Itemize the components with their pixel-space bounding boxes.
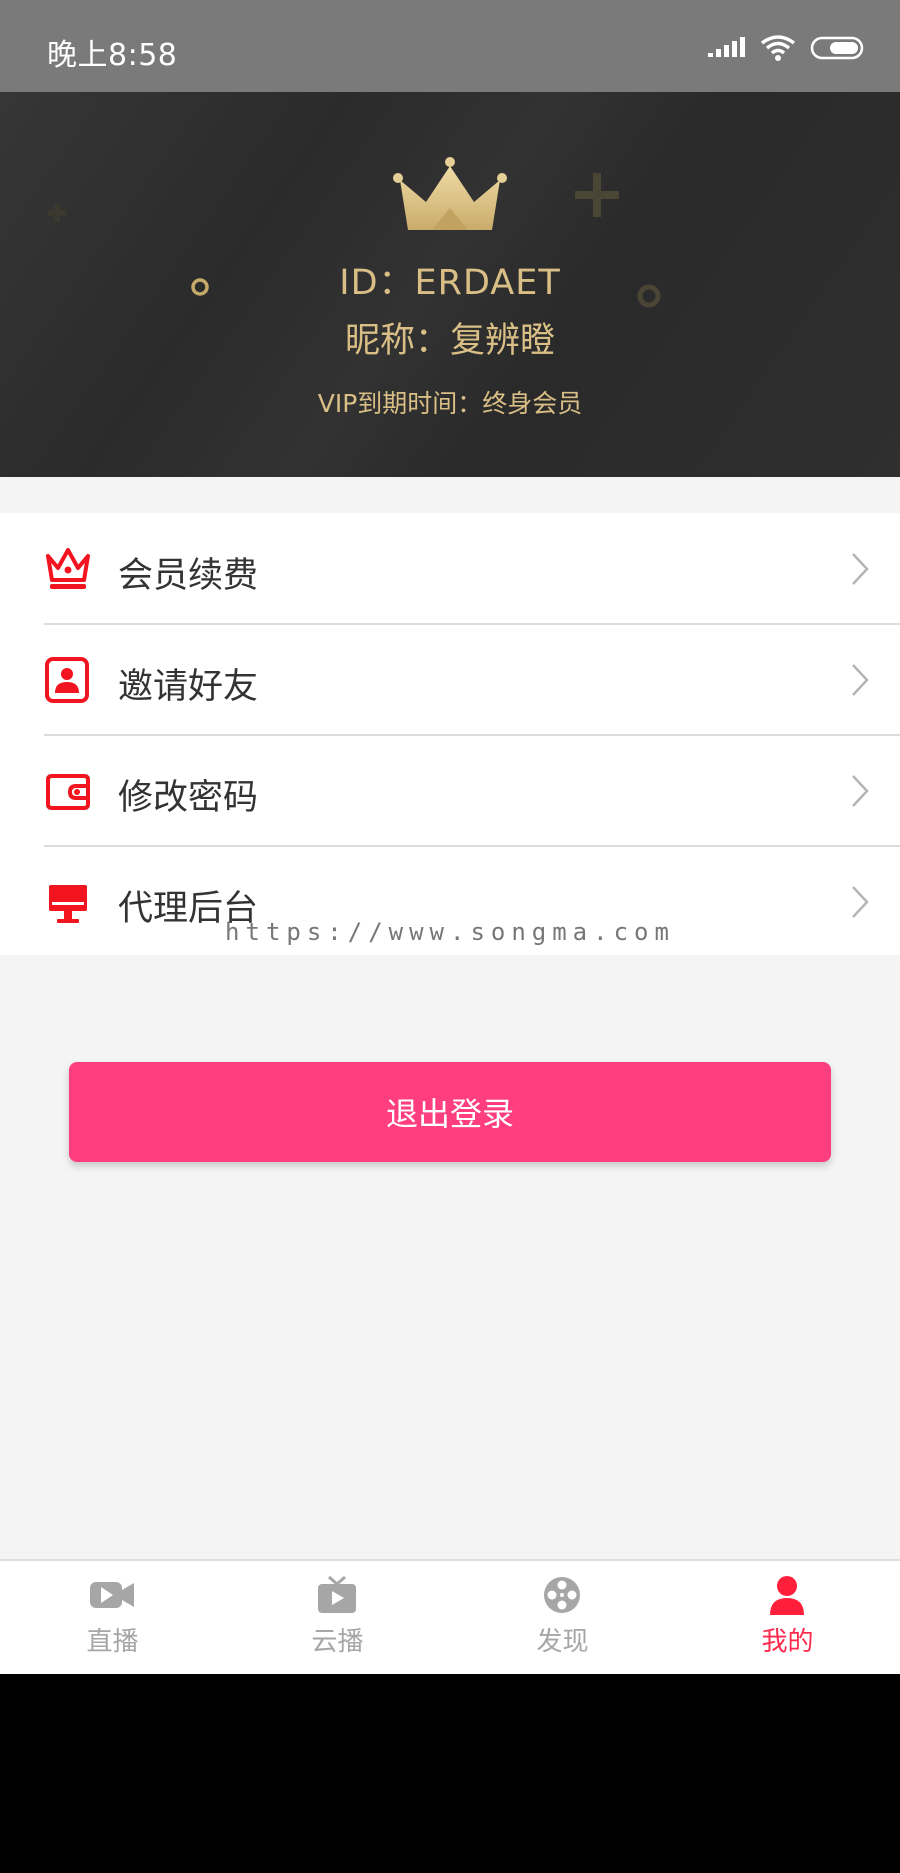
status-time: 晚上8:58 <box>47 38 178 73</box>
content-area: 会员续费 邀请好友 修改密码 代理后台 https://www.songma.c… <box>0 477 900 1559</box>
tab-label: 我的 <box>761 1627 814 1657</box>
watermark-text: https://www.songma.com <box>225 918 675 946</box>
screen: 晚上8:58 ID：ERDAET 昵称：复辨瞪 VIP到期时间：终身会员 会员续… <box>0 0 900 1873</box>
wifi-icon <box>760 35 796 61</box>
navigation-area <box>0 1674 900 1873</box>
film-reel-icon <box>544 1577 580 1613</box>
chevron-right-icon <box>852 775 869 807</box>
menu-item-renew-membership[interactable]: 会员续费 <box>0 513 900 624</box>
tab-discover[interactable]: 发现 <box>450 1561 675 1674</box>
tab-label: 发现 <box>536 1627 589 1657</box>
chevron-right-icon <box>852 664 869 696</box>
tab-cloud-play[interactable]: 云播 <box>225 1561 450 1674</box>
tab-mine[interactable]: 我的 <box>675 1561 900 1674</box>
status-icons <box>708 30 866 66</box>
video-camera-icon <box>90 1582 134 1608</box>
menu-item-invite-friends[interactable]: 邀请好友 <box>0 624 900 735</box>
tv-icon <box>318 1575 356 1613</box>
crown-icon <box>393 157 507 230</box>
tab-live[interactable]: 直播 <box>0 1561 225 1674</box>
menu-item-label: 邀请好友 <box>118 667 259 707</box>
logout-button[interactable]: 退出登录 <box>69 1062 831 1162</box>
menu-item-label: 会员续费 <box>118 556 259 596</box>
crown-icon <box>46 548 90 589</box>
status-bar: 晚上8:58 <box>0 0 900 92</box>
profile-nickname: 昵称：复辨瞪 <box>344 321 555 361</box>
menu-item-change-password[interactable]: 修改密码 <box>0 735 900 846</box>
tab-label: 直播 <box>86 1627 139 1657</box>
wallet-icon <box>46 774 90 810</box>
settings-menu: 会员续费 邀请好友 修改密码 代理后台 https://www.songma.c… <box>0 513 900 955</box>
person-icon <box>770 1576 804 1615</box>
vip-expiry: VIP到期时间：终身会员 <box>317 389 583 418</box>
signal-icon <box>708 37 745 57</box>
battery-icon <box>810 36 864 60</box>
profile-header: ID：ERDAET 昵称：复辨瞪 VIP到期时间：终身会员 <box>0 92 900 477</box>
chevron-right-icon <box>852 553 869 585</box>
tab-label: 云播 <box>311 1627 364 1657</box>
chevron-right-icon <box>852 886 869 918</box>
profile-id: ID：ERDAET <box>339 263 561 303</box>
contact-card-icon <box>45 657 89 703</box>
bottom-tab-bar: 直播 云播 发现 我的 <box>0 1559 900 1674</box>
menu-item-label: 修改密码 <box>118 778 259 818</box>
